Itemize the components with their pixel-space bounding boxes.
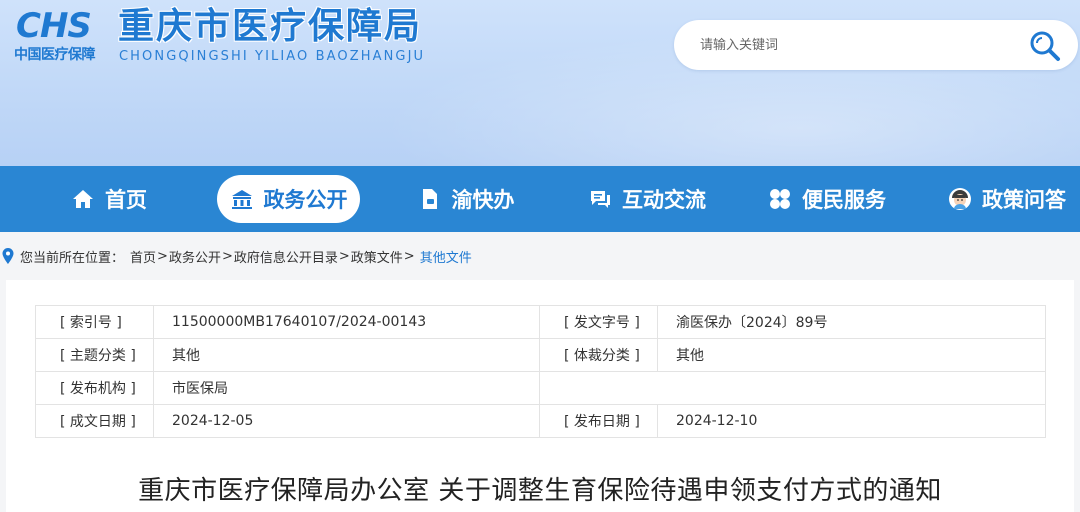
breadcrumb: 您当前所在位置： 首页 > 政务公开 > 政府信息公开目录 > 政策文件 > 其… — [0, 232, 1080, 280]
chs-logo[interactable]: CHS 中国医疗保障 — [14, 6, 110, 63]
meta-value: 2024-12-05 — [153, 404, 540, 438]
document-title: 重庆市医疗保障局办公室 关于调整生育保险待遇申领支付方式的通知 — [138, 476, 942, 506]
nav-government-affairs-label: 政务公开 — [263, 188, 348, 212]
nav-home-label: 首页 — [105, 188, 147, 212]
breadcrumb-policy-documents[interactable]: 政策文件 — [351, 247, 403, 266]
meta-label: [ 索引号 ] — [35, 305, 154, 339]
nav-yukuaiban-label: 渝快办 — [451, 188, 515, 212]
content-panel: [ 索引号 ] 11500000MB17640107/2024-00143 [ … — [0, 280, 1080, 512]
main-nav: 首页 政务公开 渝快办 互动交流 便民服务 政策问答 — [0, 166, 1080, 232]
nav-home[interactable]: 首页 — [64, 175, 154, 223]
meta-row: [ 主题分类 ] 其他 [ 体裁分类 ] 其他 — [35, 338, 1046, 372]
breadcrumb-government-affairs[interactable]: 政务公开 — [169, 247, 221, 266]
search-input[interactable] — [700, 34, 1020, 56]
meta-value: 其他 — [153, 338, 540, 372]
meta-label: [ 主题分类 ] — [35, 338, 154, 372]
site-subtitle: CHONGQINGSHI YILIAO BAOZHANGJU — [119, 49, 426, 64]
site-header: CHS 中国医疗保障 重庆市医疗保障局 CHONGQINGSHI YILIAO … — [0, 0, 1080, 166]
search-box — [674, 20, 1078, 70]
breadcrumb-current[interactable]: 其他文件 — [420, 247, 472, 266]
logo-text: CHS — [16, 6, 92, 46]
meta-label: [ 成文日期 ] — [35, 404, 154, 438]
meta-row: [ 发布机构 ] 市医保局 — [35, 371, 1046, 405]
meta-label: [ 发文字号 ] — [539, 305, 658, 339]
meta-row: [ 索引号 ] 11500000MB17640107/2024-00143 [ … — [35, 305, 1046, 339]
home-icon — [73, 190, 93, 208]
meta-value: 渝医保办〔2024〕89号 — [657, 305, 1046, 339]
meta-value: 市医保局 — [153, 371, 540, 405]
chat-icon — [591, 191, 610, 208]
breadcrumb-prefix: 您当前所在位置： — [20, 250, 125, 266]
meta-label: [ 发布机构 ] — [35, 371, 154, 405]
location-pin-icon — [2, 248, 14, 264]
nav-public-service-label: 便民服务 — [802, 188, 886, 212]
building-icon — [231, 190, 252, 209]
meta-value: 其他 — [657, 338, 1046, 372]
nav-public-service[interactable]: 便民服务 — [766, 175, 888, 223]
site-title: 重庆市医疗保障局 — [118, 6, 423, 47]
nav-interaction[interactable]: 互动交流 — [586, 175, 708, 223]
clover-icon — [770, 189, 790, 209]
meta-label: [ 发布日期 ] — [539, 404, 658, 438]
search-icon[interactable] — [1028, 29, 1062, 63]
nav-government-affairs[interactable]: 政务公开 — [217, 175, 360, 223]
breadcrumb-info-catalog[interactable]: 政府信息公开目录 — [234, 247, 338, 266]
meta-value: 2024-12-10 — [657, 404, 1046, 438]
meta-label: [ 体裁分类 ] — [539, 338, 658, 372]
document-meta-table: [ 索引号 ] 11500000MB17640107/2024-00143 [ … — [35, 305, 1046, 438]
meta-value: 11500000MB17640107/2024-00143 — [153, 305, 540, 339]
meta-row: [ 成文日期 ] 2024-12-05 [ 发布日期 ] 2024-12-10 — [35, 404, 1046, 438]
logo-subtext: 中国医疗保障 — [14, 47, 96, 63]
meta-empty-cell — [539, 371, 1046, 405]
nav-policy-qa[interactable]: 政策问答 — [946, 175, 1068, 223]
avatar-icon — [949, 188, 971, 210]
nav-policy-qa-label: 政策问答 — [982, 188, 1066, 212]
breadcrumb-home[interactable]: 首页 — [130, 247, 156, 266]
nav-yukuaiban[interactable]: 渝快办 — [414, 175, 518, 223]
nav-interaction-label: 互动交流 — [622, 188, 706, 212]
document-icon — [422, 189, 437, 209]
